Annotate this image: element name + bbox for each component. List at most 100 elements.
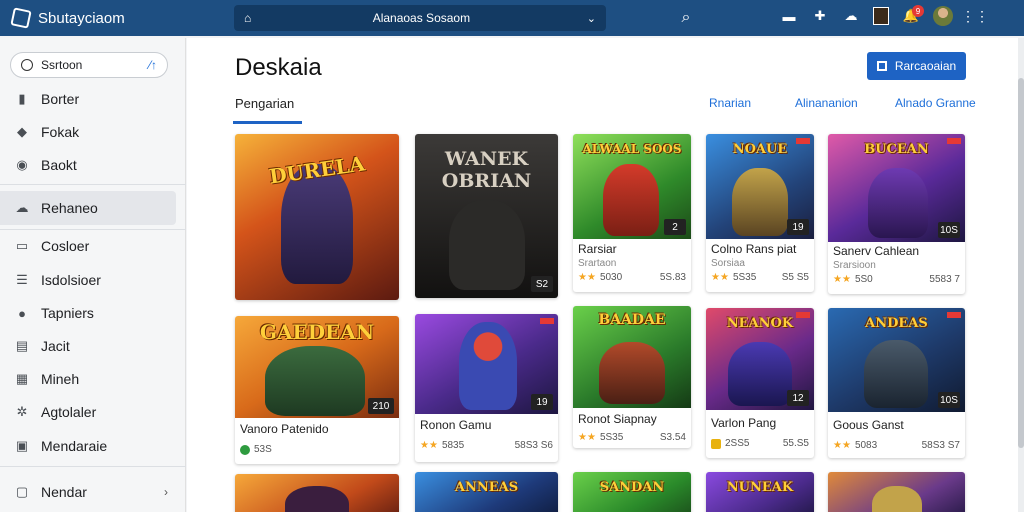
grid-icon: ▣	[15, 438, 29, 453]
game-card[interactable]: ANNEAS	[415, 472, 558, 512]
sidebar-item-label: Baokt	[41, 157, 77, 173]
sidebar-search-input[interactable]: Ssrtoon ⁄↑	[10, 52, 168, 78]
game-meta: ★★ 5835 58S3 S6	[420, 440, 553, 451]
cloud-icon[interactable]: ☁	[842, 7, 860, 25]
tab-link-3[interactable]: Alnado Granne	[895, 96, 976, 110]
game-price: S3.54	[659, 432, 686, 443]
sidebar-search-placeholder: Ssrtoon	[41, 58, 83, 72]
tab-active[interactable]: Pengarian	[235, 96, 294, 111]
profile-picture[interactable]	[873, 7, 889, 25]
main-content: Deskaia Rarcaoaian Pengarian Rnarian Ali…	[187, 38, 1024, 512]
game-art: BAADAE	[573, 306, 691, 408]
rating-stars: ★★	[420, 440, 438, 451]
game-card[interactable]: 19 Ronon Gamu ★★ 5835 58S3 S6	[415, 314, 558, 462]
game-name: Colno Rans piat	[711, 242, 797, 256]
brand-name: Sbutayciaom	[38, 9, 125, 27]
sidebar-item-label: Borter	[41, 91, 80, 107]
game-meta: ★★ 5083 58S3 S7	[833, 440, 960, 451]
game-price: 5S.83	[659, 272, 686, 283]
game-card[interactable]: NEANOK 12 Varlon Pang 2SS5 55.S5	[706, 308, 814, 458]
game-meta: ★★ 5S35 S3.54	[578, 432, 686, 443]
game-card[interactable]: BAADAE Ronot Siapnay ★★ 5S35 S3.54	[573, 306, 691, 448]
art-title: WANEK OBRIAN	[441, 148, 532, 192]
game-card[interactable]: NUNEAK	[706, 472, 814, 512]
chevron-down-icon[interactable]: ⌄	[587, 12, 596, 25]
folder-icon[interactable]: ▬	[780, 7, 798, 25]
sidebar-item-label: Rehaneo	[41, 200, 98, 216]
game-value: 5083	[854, 440, 878, 451]
game-card[interactable]	[828, 472, 965, 512]
scroll-thumb[interactable]	[1018, 78, 1024, 448]
game-art: GAEDEAN 210	[235, 316, 399, 418]
game-card[interactable]: BUCEAN 10S Sanerv Cahlean Srarsioon ★★ 5…	[828, 134, 965, 294]
game-price: 58S3 S6	[514, 440, 553, 451]
rating-tag: S2	[531, 276, 553, 292]
sidebar-item-label: Tapniers	[41, 305, 94, 321]
game-art: ALWAAL SOOS 2	[573, 134, 691, 239]
sidebar-item-label: Jacit	[41, 338, 70, 354]
sidebar-item-fokak[interactable]: ◆ Fokak	[0, 115, 176, 149]
sidebar-item-borter[interactable]: ▮ Borter	[0, 82, 176, 116]
logo-icon	[10, 7, 32, 29]
sidebar-item-mineh[interactable]: ▦ Mineh	[0, 362, 176, 396]
game-card[interactable]: DURELA	[235, 134, 399, 300]
page-title: Deskaia	[235, 54, 322, 81]
search-icon	[21, 59, 33, 71]
rating-stars: ★★	[711, 272, 729, 283]
game-card[interactable]	[235, 474, 399, 512]
sidebar-item-nendar[interactable]: ▢ Nendar ›	[0, 475, 176, 509]
search-icon[interactable]: ⌕	[676, 9, 696, 27]
game-card[interactable]: ANDEAS 10S Goous Ganst ★★ 5083 58S3 S7	[828, 308, 965, 458]
game-card[interactable]: NOAUE 19 Colno Rans piat Sorsiaa ★★ 5S35…	[706, 134, 814, 292]
sidebar-item-rehaneo[interactable]: ☁ Rehaneo	[0, 191, 176, 225]
game-card[interactable]: ALWAAL SOOS 2 Rarsiar Srartaon ★★ 5030 5…	[573, 134, 691, 292]
home-icon: ⌂	[244, 11, 252, 25]
top-search-bar[interactable]: ⌂ Alanaoas Sosaom ⌄	[234, 5, 606, 31]
tab-link-2[interactable]: Alinananion	[795, 96, 858, 110]
brand[interactable]: Sbutayciaom	[10, 7, 234, 29]
game-art	[235, 474, 399, 512]
box-icon: ▢	[15, 484, 29, 499]
puzzle-icon[interactable]: ✚	[811, 7, 829, 25]
sidebar-item-tapniers[interactable]: ● Tapniers	[0, 296, 176, 330]
sidebar-item-isdolsioer[interactable]: ☰ Isdolsioer	[0, 263, 176, 297]
library-icon	[240, 444, 250, 455]
game-art: SANDAN	[573, 472, 691, 512]
sidebar-item-mendaraie[interactable]: ▣ Mendaraie	[0, 429, 176, 463]
game-art: BUCEAN 10S	[828, 134, 965, 242]
game-art: 19	[415, 314, 558, 414]
rating-tag: 19	[787, 219, 809, 235]
tab-link-1[interactable]: Rnarian	[709, 96, 751, 110]
game-value: 5S35	[599, 432, 624, 443]
game-price: 5583 7	[929, 274, 960, 285]
sidebar-item-baokt[interactable]: ◉ Baokt	[0, 148, 176, 182]
game-art: DURELA	[235, 134, 399, 300]
sidebar-item-label: Fokak	[41, 124, 80, 140]
pin-icon: ◆	[17, 124, 27, 139]
game-card[interactable]: SANDAN	[573, 472, 691, 512]
apps-grid-icon[interactable]: ⋮⋮	[961, 7, 989, 25]
game-meta: ★★ 5030 5S.83	[578, 272, 686, 283]
sidebar-item-agtolaler[interactable]: ✲ Agtolaler	[0, 395, 176, 429]
square-icon	[876, 61, 887, 71]
game-card[interactable]: WANEK OBRIAN S2	[415, 134, 558, 298]
art-title: ALWAAL SOOS	[582, 142, 682, 156]
sidebar-item-cosloer[interactable]: ▭ Cosloer	[0, 229, 176, 263]
rating-stars: ★★	[578, 272, 596, 283]
library-icon	[711, 438, 721, 449]
sidebar-item-label: Mineh	[41, 371, 80, 387]
notification-badge: 9	[912, 5, 924, 17]
scrollbar[interactable]	[1018, 38, 1024, 512]
game-card[interactable]: GAEDEAN 210 Vanoro Patenido 53S	[235, 316, 399, 464]
game-name: Vanoro Patenido	[240, 422, 329, 436]
sidebar-item-jacit[interactable]: ▤ Jacit	[0, 329, 176, 363]
game-art: ANDEAS 10S	[828, 308, 965, 412]
chevron-right-icon: ›	[164, 485, 168, 499]
avatar[interactable]	[933, 6, 953, 26]
filter-icon[interactable]: ⁄↑	[149, 58, 157, 72]
bell-icon[interactable]: 🔔 9	[902, 5, 924, 25]
art-title: NUNEAK	[726, 480, 794, 495]
primary-action-button[interactable]: Rarcaoaian	[867, 52, 966, 80]
calendar-icon: ▦	[15, 371, 29, 386]
game-meta: ★★ 5S0 5583 7	[833, 274, 960, 285]
